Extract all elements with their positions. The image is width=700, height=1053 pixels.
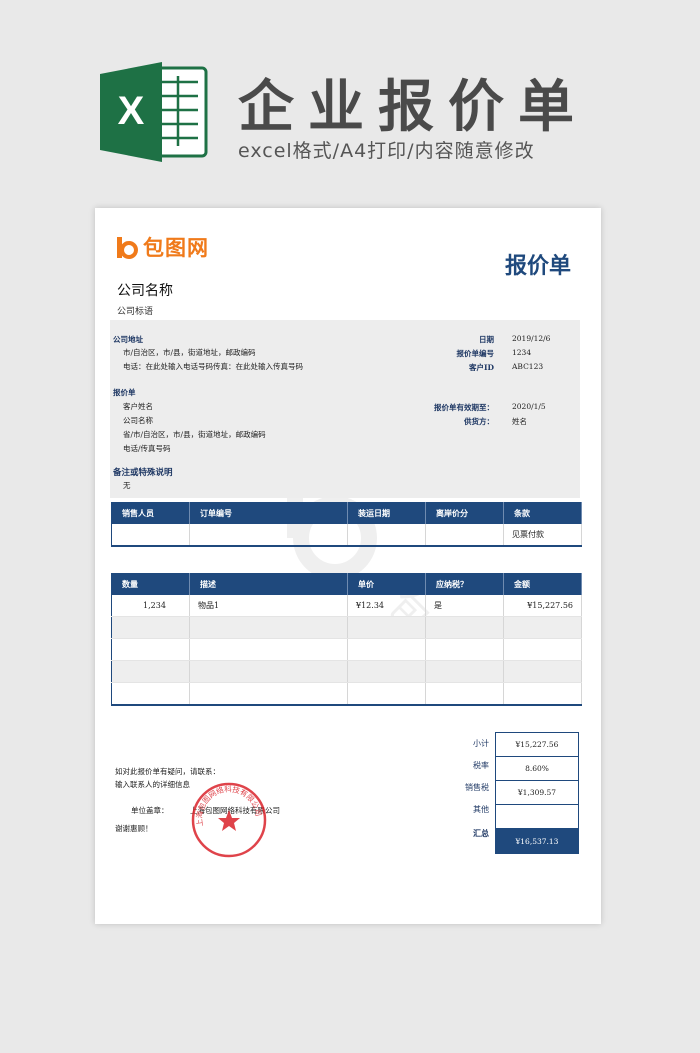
quote-to-line: 公司名称 [123,416,153,425]
company-seal-stamp: 上海包图网络科技有限公司 [191,782,267,858]
table-cell[interactable] [347,682,426,706]
excel-logo-icon: X [100,62,208,162]
sales-tax-value[interactable]: ¥1,309.57 [495,780,579,805]
document-title: 报价单 [504,254,571,279]
table-cell[interactable] [189,682,348,706]
table-cell[interactable] [189,638,348,661]
quote-to-line: 电话/传真号码 [123,444,171,453]
table-cell[interactable] [425,660,504,683]
table-cell[interactable] [111,638,190,661]
table-cell[interactable] [189,524,348,547]
table-cell[interactable] [347,616,426,639]
quote-to-line: 省/市/自治区，市/县，街道地址，邮政编码 [123,430,266,439]
seller-heading: 公司地址 [113,335,143,344]
excel-letter: X [118,89,145,133]
table-cell[interactable] [189,660,348,683]
brand-logo: 包图网 [117,232,209,262]
banner-subtitle: excel格式/A4打印/内容随意修改 [238,140,535,162]
meta-quote-number-label: 报价单编号 [456,349,495,358]
seller-phone-fax: 电话：在此处输入电话号码传真：在此处输入传真号码 [123,362,303,371]
meta-date-label: 日期 [479,335,494,344]
supplier-label: 供货方： [464,417,494,426]
col-header: 销售人员 [111,502,190,524]
footer-seal-label: 单位盖章： [131,806,169,815]
quote-to-heading: 报价单 [113,388,136,397]
info-block: 公司地址 市/自治区，市/县，街道地址，邮政编码 电话：在此处输入电话号码传真：… [110,320,580,498]
col-header: 数量 [111,573,190,595]
tax-rate-value[interactable]: 8.60% [495,756,579,781]
table-cell[interactable] [111,616,190,639]
table-cell[interactable]: 1,234 [111,595,190,617]
footer-contact: 输入联系人的详细信息 [115,780,190,789]
table-row [111,660,582,683]
seller-address: 市/自治区，市/县，街道地址，邮政编码 [123,348,256,357]
subtotal-label: 小计 [473,739,489,748]
table-cell[interactable] [111,524,190,547]
table-cell[interactable] [425,524,504,547]
subtotal-value[interactable]: ¥15,227.56 [495,732,579,757]
table-row: 1,234 物品1 ¥12.34 是 ¥15,227.56 [111,595,582,617]
grand-total-value: ¥16,537.13 [495,828,579,854]
table-cell[interactable]: ¥15,227.56 [503,595,582,617]
table-cell[interactable] [503,660,582,683]
table-cell[interactable] [503,682,582,706]
col-header: 离岸价分 [425,502,504,524]
footer-thanks: 谢谢惠顾！ [115,824,153,833]
col-header: 描述 [189,573,348,595]
table-cell[interactable] [347,660,426,683]
table-row: 见票付款 [111,524,582,547]
other-label: 其他 [473,805,489,814]
table-row [111,638,582,661]
sales-tax-label: 销售税 [465,783,489,792]
col-header: 应纳税？ [425,573,504,595]
other-value[interactable] [495,804,579,829]
table-cell[interactable] [425,682,504,706]
sales-table: 销售人员 订单编号 装运日期 离岸价分 条款 见票付款 [111,502,582,547]
table-cell[interactable]: 物品1 [189,595,348,617]
quote-sheet: 包图网 包图网 报价单 公司名称 公司标语 公司地址 市/自治区，市/县，街道地… [95,208,601,924]
supplier-value: 姓名 [512,417,527,426]
brand-name: 包图网 [143,236,209,260]
items-table: 数量 描述 单价 应纳税？ 金额 1,234 物品1 ¥12.34 是 ¥15,… [111,573,582,706]
quote-to-line: 客户姓名 [123,402,153,411]
table-cell[interactable] [189,616,348,639]
table-cell[interactable] [347,524,426,547]
meta-date-value: 2019/12/6 [512,334,551,343]
meta-customer-id-value: ABC123 [512,362,544,371]
meta-customer-id-label: 客户ID [468,363,494,372]
valid-until-value: 2020/1/5 [512,402,546,411]
tax-rate-label: 税率 [473,761,489,770]
col-header: 条款 [503,502,582,524]
company-slogan: 公司标语 [117,307,154,317]
table-cell[interactable] [111,682,190,706]
table-cell[interactable] [425,638,504,661]
table-cell[interactable] [503,616,582,639]
col-header: 装运日期 [347,502,426,524]
sales-table-header: 销售人员 订单编号 装运日期 离岸价分 条款 [111,502,582,524]
remarks-text: 无 [123,481,131,490]
remarks-heading: 备注或特殊说明 [113,468,173,478]
table-cell[interactable] [111,660,190,683]
items-table-header: 数量 描述 单价 应纳税？ 金额 [111,573,582,595]
banner-title: 企业报价单 [238,75,588,140]
table-cell[interactable]: ¥12.34 [347,595,426,617]
meta-quote-number-value: 1234 [512,348,532,357]
footer-question: 如对此报价单有疑问，请联系： [115,767,220,776]
grand-total-label: 汇总 [473,828,489,838]
col-header: 订单编号 [189,502,348,524]
col-header: 单价 [347,573,426,595]
table-cell[interactable]: 是 [425,595,504,617]
table-cell[interactable] [425,616,504,639]
valid-until-label: 报价单有效期至： [434,403,494,412]
col-header: 金额 [503,573,582,595]
table-cell[interactable] [347,638,426,661]
table-cell[interactable]: 见票付款 [503,524,582,547]
totals-table: ¥15,227.56 8.60% ¥1,309.57 ¥16,537.13 [495,732,579,854]
table-cell[interactable] [503,638,582,661]
table-row [111,682,582,706]
brand-icon [117,237,138,259]
company-name: 公司名称 [117,283,173,299]
table-row [111,616,582,639]
